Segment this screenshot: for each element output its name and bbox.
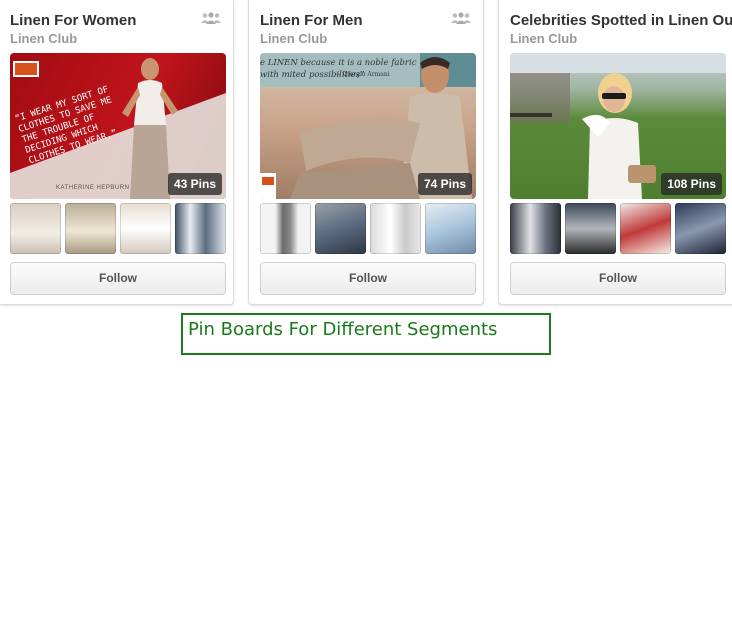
pin-thumbnail[interactable] [175, 203, 226, 254]
board-cover-image[interactable]: 108 Pins [510, 53, 726, 199]
follow-button[interactable]: Follow [510, 262, 726, 295]
pin-thumbnail[interactable] [120, 203, 171, 254]
pin-count-badge: 74 Pins [417, 173, 472, 195]
thumbnail-strip [10, 203, 226, 254]
pin-thumbnail[interactable] [675, 203, 726, 254]
board-card-linen-for-women[interactable]: Linen For Women Linen Club “I WEAR MY SO… [0, 0, 234, 305]
board-cover-image[interactable]: e LINEN because it is a noble fabric wit… [260, 53, 476, 199]
group-board-icon [201, 12, 221, 24]
group-board-icon [451, 12, 471, 24]
pin-thumbnail[interactable] [315, 203, 366, 254]
follow-button[interactable]: Follow [260, 262, 476, 295]
caption-box: Pin Boards For Different Segments [181, 313, 551, 355]
board-title[interactable]: Linen For Men [260, 12, 477, 29]
pin-thumbnail[interactable] [620, 203, 671, 254]
pin-thumbnail[interactable] [510, 203, 561, 254]
pin-thumbnail[interactable] [425, 203, 476, 254]
pin-thumbnail[interactable] [565, 203, 616, 254]
board-card-celebrities-spotted[interactable]: Celebrities Spotted in Linen Ou Linen Cl… [498, 0, 732, 305]
board-owner[interactable]: Linen Club [10, 31, 77, 46]
pin-thumbnail[interactable] [10, 203, 61, 254]
board-owner[interactable]: Linen Club [260, 31, 327, 46]
pin-thumbnail[interactable] [260, 203, 311, 254]
board-owner[interactable]: Linen Club [510, 31, 577, 46]
thumbnail-strip [510, 203, 726, 254]
cover-quote-attribution: KATHERINE HEPBURN [56, 185, 130, 191]
board-cover-image[interactable]: “I WEAR MY SORT OF CLOTHES TO SAVE ME TH… [10, 53, 226, 199]
pin-count-badge: 108 Pins [661, 173, 722, 195]
thumbnail-strip [260, 203, 476, 254]
pin-count-badge: 43 Pins [167, 173, 222, 195]
board-title[interactable]: Linen For Women [10, 12, 227, 29]
pin-thumbnail[interactable] [65, 203, 116, 254]
follow-button[interactable]: Follow [10, 262, 226, 295]
board-title[interactable]: Celebrities Spotted in Linen Ou [510, 12, 732, 29]
pin-thumbnail[interactable] [370, 203, 421, 254]
board-card-linen-for-men[interactable]: Linen For Men Linen Club e LINEN because… [248, 0, 484, 305]
cover-quote-attribution: ~ Giorgio Armani [336, 71, 390, 78]
